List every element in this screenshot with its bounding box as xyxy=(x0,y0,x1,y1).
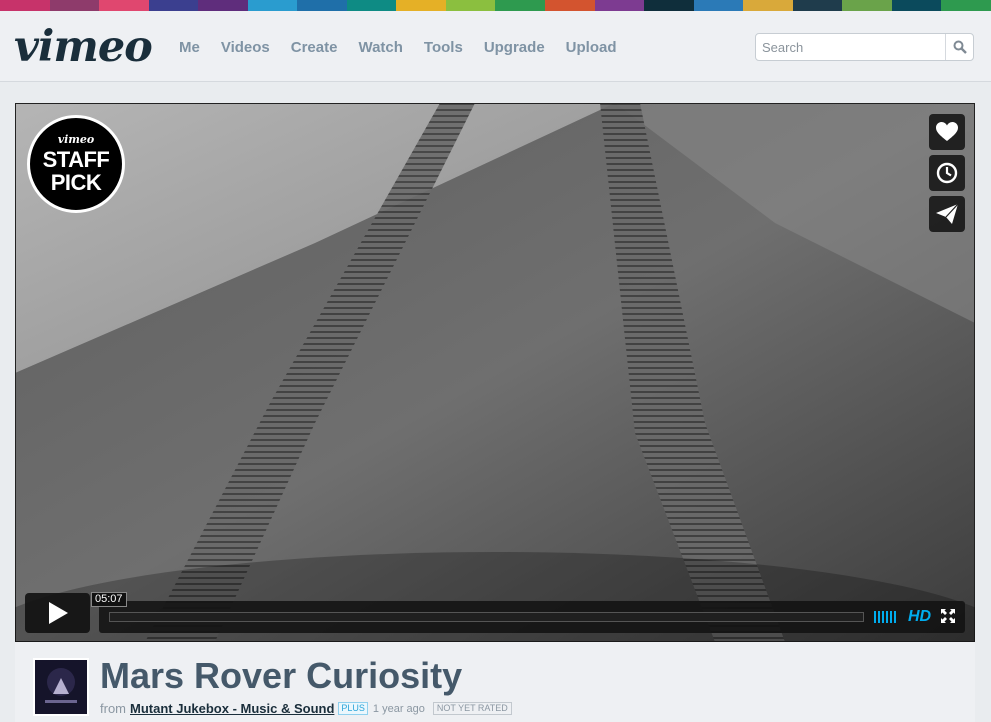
search-button[interactable] xyxy=(945,34,973,60)
heart-icon xyxy=(936,122,958,141)
stripe-segment xyxy=(594,0,645,11)
time-display: 05:07 xyxy=(91,592,127,607)
video-info: Mars Rover Curiosity from Mutant Jukebox… xyxy=(15,642,975,722)
play-button[interactable] xyxy=(25,593,90,633)
stripe-segment xyxy=(148,0,199,11)
nav-upgrade[interactable]: Upgrade xyxy=(484,39,545,57)
like-button[interactable] xyxy=(929,114,965,150)
vimeo-logo[interactable]: vimeo xyxy=(14,25,153,69)
stripe-segment xyxy=(792,0,843,11)
stripe-segment xyxy=(842,0,892,11)
staff-pick-line2: PICK xyxy=(50,170,102,195)
plus-badge[interactable]: PLUS xyxy=(338,702,368,715)
nav-me[interactable]: Me xyxy=(179,39,200,57)
stripe-segment xyxy=(99,0,149,11)
nav-upload[interactable]: Upload xyxy=(566,39,617,57)
progress-bar[interactable] xyxy=(109,612,864,622)
stripe-segment xyxy=(445,0,496,11)
author-link[interactable]: Mutant Jukebox - Music & Sound xyxy=(130,701,334,716)
nav-watch[interactable]: Watch xyxy=(358,39,402,57)
stripe-segment xyxy=(545,0,595,11)
video-title: Mars Rover Curiosity xyxy=(100,655,463,696)
stripe-segment xyxy=(644,0,694,11)
share-button[interactable] xyxy=(929,196,965,232)
video-player[interactable]: vimeo STAFF PICK HD 05:07 xyxy=(15,103,975,642)
hd-toggle[interactable]: HD xyxy=(908,607,931,627)
video-frame xyxy=(15,103,975,642)
stripe-segment xyxy=(49,0,100,11)
staff-pick-line1: STAFF xyxy=(42,147,110,172)
control-bar: HD xyxy=(99,601,965,633)
search-input[interactable] xyxy=(762,38,942,56)
play-icon xyxy=(48,602,68,624)
staff-pick-brand: vimeo xyxy=(57,133,95,146)
stripe-segment xyxy=(297,0,347,11)
staff-pick-badge[interactable]: vimeo STAFF PICK xyxy=(27,115,125,213)
stripe-segment xyxy=(346,0,397,11)
upload-date: 1 year ago xyxy=(372,702,425,715)
site-header: vimeo Me Videos Create Watch Tools Upgra… xyxy=(0,11,991,82)
stripe-segment xyxy=(743,0,793,11)
rating-badge[interactable]: NOT YET RATED xyxy=(432,702,512,715)
avatar-image xyxy=(35,660,87,714)
clock-icon xyxy=(936,162,958,184)
nav-videos[interactable]: Videos xyxy=(221,39,270,57)
color-stripe xyxy=(0,0,991,11)
nav-create[interactable]: Create xyxy=(291,39,338,57)
stripe-segment xyxy=(891,0,942,11)
fullscreen-icon[interactable] xyxy=(941,609,955,623)
main-nav: Me Videos Create Watch Tools Upgrade Upl… xyxy=(179,39,638,57)
from-label: from xyxy=(100,701,126,716)
paper-plane-icon xyxy=(936,204,958,224)
stripe-segment xyxy=(941,0,991,11)
stripe-segment xyxy=(0,0,50,11)
stripe-segment xyxy=(396,0,446,11)
stripe-segment xyxy=(247,0,298,11)
nav-tools[interactable]: Tools xyxy=(424,39,463,57)
author-avatar[interactable] xyxy=(33,658,89,716)
stripe-segment xyxy=(693,0,744,11)
search-box xyxy=(755,33,974,61)
stripe-segment xyxy=(495,0,546,11)
stripe-segment xyxy=(198,0,248,11)
watch-later-button[interactable] xyxy=(929,155,965,191)
video-byline: from Mutant Jukebox - Music & Sound PLUS… xyxy=(100,701,512,716)
volume-control[interactable] xyxy=(874,611,898,623)
magnifier-icon xyxy=(953,40,967,54)
